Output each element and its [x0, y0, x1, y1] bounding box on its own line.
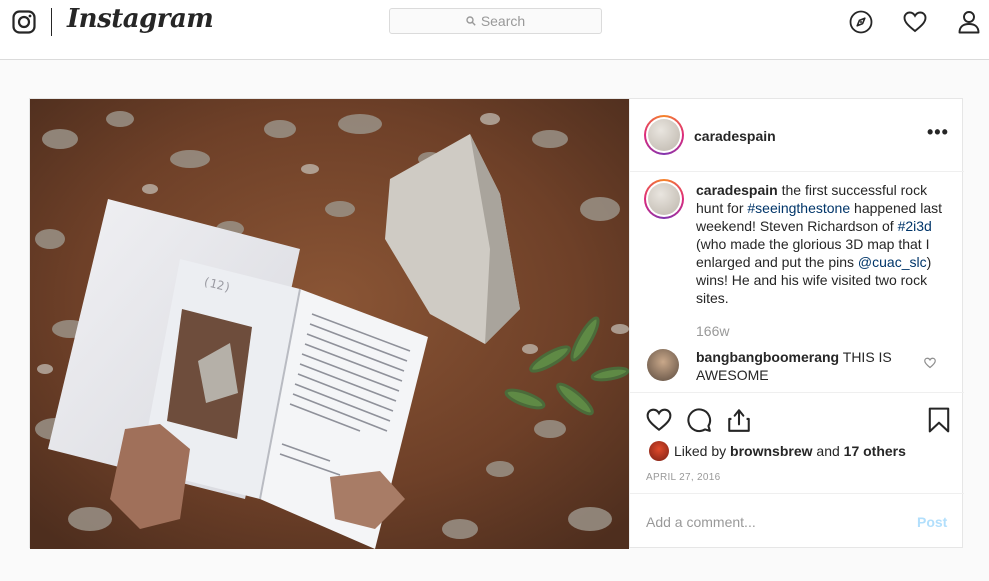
comment-like-heart-icon[interactable]: [924, 357, 936, 369]
photo-illustration: (12): [30, 99, 629, 549]
share-icon[interactable]: [726, 407, 752, 433]
search-input[interactable]: Search: [389, 8, 602, 34]
post-actions: Liked by brownsbrew and 17 others APRIL …: [630, 392, 964, 493]
author-avatar[interactable]: [644, 115, 684, 155]
author-username[interactable]: caradespain: [694, 128, 776, 144]
post-comment-button[interactable]: Post: [917, 514, 947, 530]
top-nav: Instagram Search: [0, 0, 989, 60]
add-comment-input[interactable]: Add a comment...: [646, 514, 756, 530]
post-side-panel: caradespain ••• caradespain the first su…: [629, 99, 964, 547]
logo-divider: [51, 8, 52, 36]
like-heart-icon[interactable]: [646, 407, 672, 433]
post-header: caradespain •••: [630, 99, 964, 172]
likes-prefix: Liked by: [674, 443, 731, 459]
search-icon: [466, 16, 476, 26]
post-date[interactable]: APRIL 27, 2016: [646, 472, 720, 483]
comment-username[interactable]: bangbangboomerang: [696, 349, 839, 365]
liker-username[interactable]: brownsbrew: [730, 443, 812, 459]
more-options-icon[interactable]: •••: [927, 123, 949, 141]
save-bookmark-icon[interactable]: [926, 407, 952, 433]
liked-by: Liked by brownsbrew and 17 others: [674, 443, 906, 459]
commenter-avatar[interactable]: [647, 349, 679, 381]
caption-avatar[interactable]: [644, 179, 684, 219]
instagram-camera-icon[interactable]: [12, 10, 36, 34]
compass-icon[interactable]: [849, 10, 873, 34]
caption-time[interactable]: 166w: [696, 323, 729, 339]
caption-username[interactable]: caradespain: [696, 182, 778, 198]
hashtag-link[interactable]: #seeingthestone: [747, 200, 850, 216]
profile-icon[interactable]: [957, 10, 981, 34]
comment-bubble-icon[interactable]: [686, 407, 712, 433]
mention-link[interactable]: @cuac_slc: [858, 254, 927, 270]
search-placeholder: Search: [480, 13, 526, 29]
likes-middle: and: [812, 443, 844, 459]
hashtag-link[interactable]: #2i3d: [898, 218, 932, 234]
instagram-wordmark[interactable]: Instagram: [67, 4, 214, 34]
add-comment-form: Add a comment... Post: [630, 493, 964, 548]
post-card: (12) caradespain ••• caradespain the fir…: [29, 98, 964, 549]
post-caption: caradespain the first successful rock hu…: [696, 181, 946, 307]
likes-others-link[interactable]: 17 others: [844, 443, 906, 459]
post-photo[interactable]: (12): [30, 99, 629, 549]
heart-icon[interactable]: [903, 10, 927, 34]
comment: bangbangboomerang THIS IS AWESOME: [696, 348, 916, 384]
liker-avatar[interactable]: [649, 441, 669, 461]
